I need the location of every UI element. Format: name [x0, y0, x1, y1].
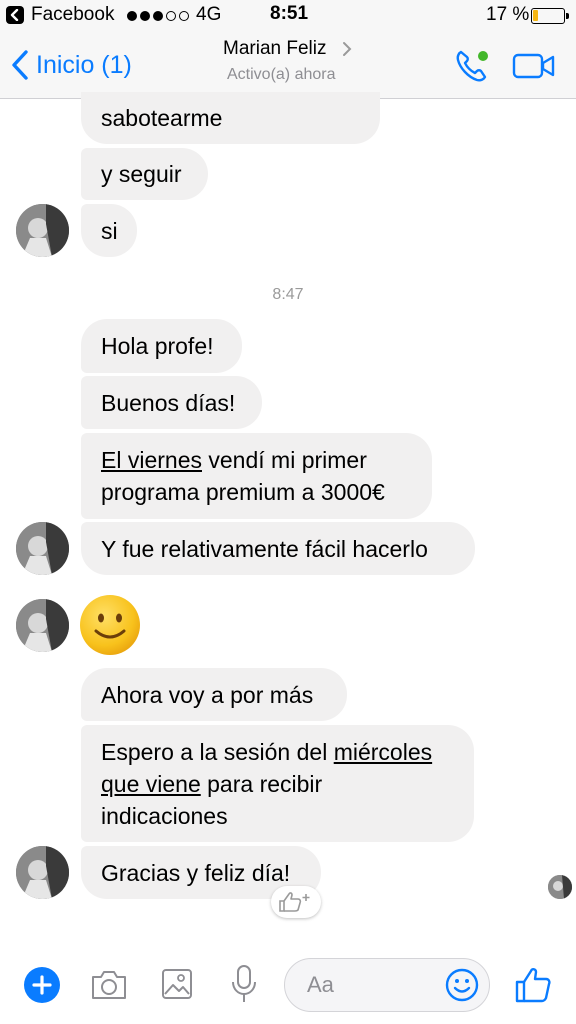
message-text-part: si	[101, 217, 118, 244]
contact-avatar[interactable]	[16, 522, 69, 575]
contact-avatar[interactable]	[16, 846, 69, 899]
message-bubble[interactable]: si	[81, 204, 137, 257]
contact-avatar[interactable]	[16, 599, 69, 652]
message-text: El viernes vendí mi primer programa prem…	[101, 444, 412, 508]
emoji-icon[interactable]	[445, 968, 479, 1002]
signal-strength-icon	[127, 11, 189, 21]
message-text: Y fue relativamente fácil hacerlo	[101, 533, 455, 565]
message-bubble[interactable]: y seguir	[81, 148, 208, 200]
back-button-label: Inicio (1)	[36, 50, 132, 79]
slightly-smiling-face-icon[interactable]	[79, 594, 141, 656]
message-bubble[interactable]: El viernes vendí mi primer programa prem…	[81, 433, 432, 519]
message-text: Hola profe!	[101, 330, 222, 362]
message-text: Ahora voy a por más	[101, 679, 327, 711]
message-bubble[interactable]: sabotearme	[81, 92, 380, 144]
message-bubble[interactable]: Y fue relativamente fácil hacerlo	[81, 522, 475, 575]
camera-icon[interactable]	[90, 969, 128, 1001]
status-bar: Facebook 4G 8:51 17 %	[0, 0, 576, 32]
contact-activity-status: Activo(a) ahora	[227, 66, 336, 83]
message-text: Gracias y feliz día!	[101, 857, 301, 889]
microphone-icon[interactable]	[230, 964, 258, 1004]
message-text: Espero a la sesión del miércoles que vie…	[101, 736, 454, 832]
add-reaction-button[interactable]	[271, 886, 321, 918]
status-app-name[interactable]: Facebook	[31, 4, 114, 26]
thumbs-up-icon[interactable]	[514, 966, 552, 1004]
battery-icon	[531, 8, 569, 24]
message-text-part: sabotearme	[101, 105, 223, 131]
status-time: 8:51	[270, 3, 309, 24]
chevron-right-icon[interactable]	[342, 41, 352, 57]
seen-receipt-avatar	[548, 875, 572, 899]
message-bubble[interactable]: Buenos días!	[81, 376, 262, 429]
gallery-icon[interactable]	[161, 967, 193, 1001]
plus-icon[interactable]	[24, 967, 60, 1003]
message-timestamp: 8:47	[272, 286, 304, 303]
message-composer: Aa	[0, 944, 576, 1024]
back-button[interactable]: Inicio (1)	[10, 46, 132, 84]
message-input-placeholder: Aa	[307, 972, 334, 997]
contact-name[interactable]: Marian Feliz	[223, 38, 326, 60]
chevron-left-icon	[12, 50, 28, 80]
message-text: Buenos días!	[101, 387, 242, 419]
battery-percent: 17 %	[486, 4, 530, 25]
phone-call-icon[interactable]	[454, 48, 490, 84]
message-bubble[interactable]: Espero a la sesión del miércoles que vie…	[81, 725, 474, 842]
message-bubble[interactable]: Hola profe!	[81, 319, 242, 373]
message-text-part: Y fue relativamente fácil hacerlo	[101, 535, 428, 562]
contact-avatar[interactable]	[16, 204, 69, 257]
message-text: si	[101, 215, 118, 247]
message-text-part: y seguir	[101, 161, 182, 187]
message-bubble[interactable]: Ahora voy a por más	[81, 668, 347, 721]
thumbs-up-plus-icon	[279, 892, 310, 912]
message-text-part: Buenos días!	[101, 389, 236, 416]
message-text-part: Espero a la sesión del	[101, 738, 334, 765]
back-to-app-icon[interactable]	[6, 6, 24, 24]
video-call-icon[interactable]	[512, 52, 556, 80]
message-text-part: Hola profe!	[101, 333, 214, 359]
message-text: sabotearme	[101, 102, 360, 134]
underlined-text: El viernes	[101, 447, 202, 473]
conversation-header: Inicio (1) Marian Feliz Activo(a) ahora	[0, 32, 576, 99]
message-text: y seguir	[101, 158, 188, 190]
message-text-part: Gracias y feliz día!	[101, 859, 291, 886]
message-text-part: Ahora voy a por más	[101, 681, 314, 708]
message-input[interactable]: Aa	[284, 958, 490, 1012]
network-type: 4G	[196, 4, 222, 25]
